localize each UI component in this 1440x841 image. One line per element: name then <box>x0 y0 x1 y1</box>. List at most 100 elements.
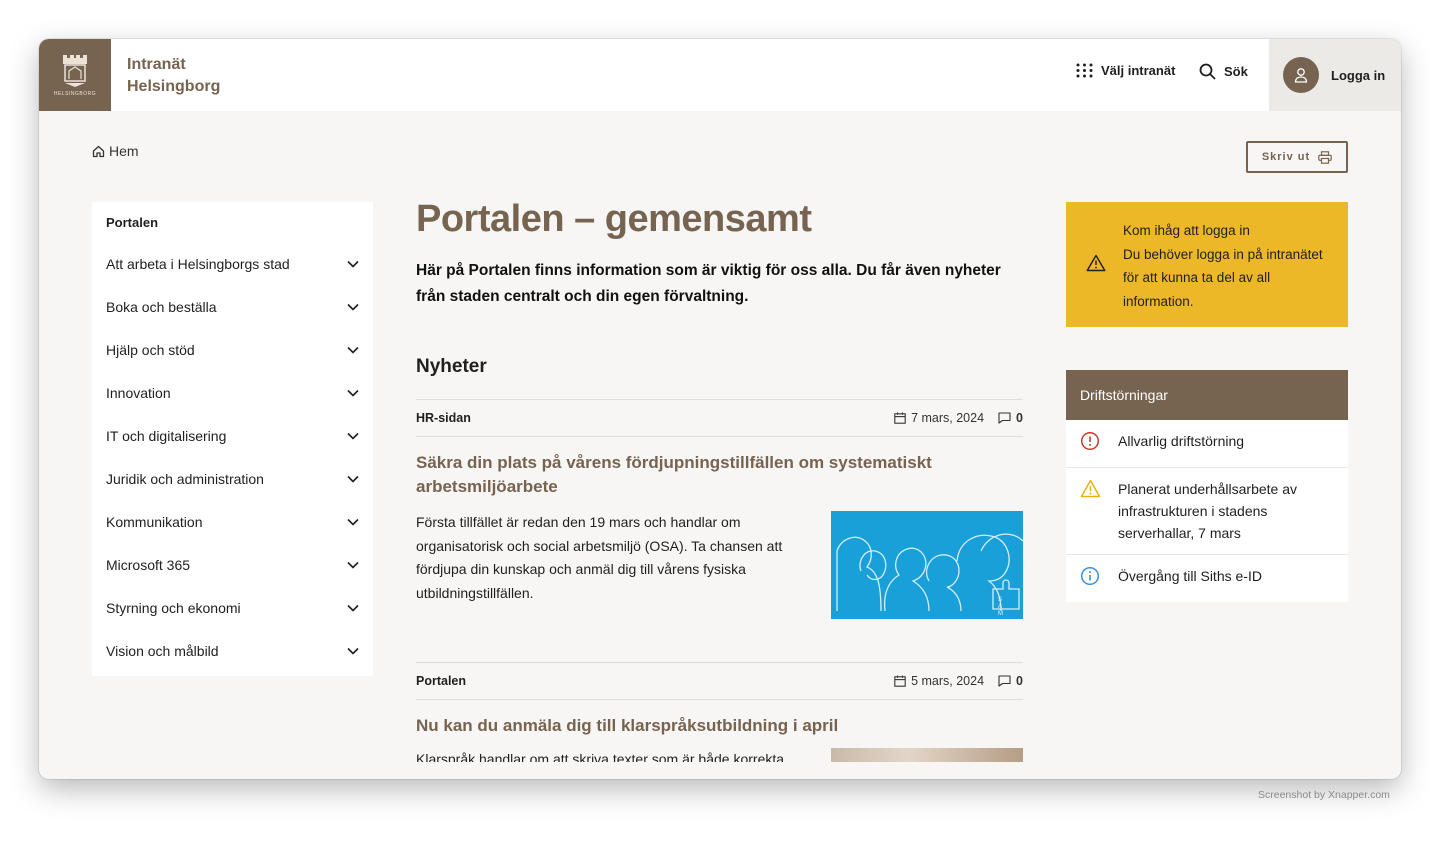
article-comment-count: 0 <box>1016 411 1023 425</box>
disruption-text: Allvarlig driftstörning <box>1118 433 1245 449</box>
sidebar-item-label: Juridik och administration <box>106 470 264 487</box>
article-date: 7 mars, 2024 <box>894 411 984 425</box>
breadcrumb: Hem <box>92 143 139 159</box>
sidebar-item-vision[interactable]: Vision och målbild <box>92 629 373 672</box>
search-button[interactable]: Sök <box>1199 63 1248 80</box>
print-button[interactable]: Skriv ut <box>1246 141 1348 173</box>
notice-text: Du behöver logga in på intranätet för at… <box>1123 246 1323 309</box>
article-body: Klarspråk handlar om att skriva texter s… <box>416 748 1023 762</box>
warning-triangle-icon <box>1086 254 1106 272</box>
article-body: Första tillfället är redan den 19 mars o… <box>416 511 1024 619</box>
printer-icon <box>1318 150 1332 164</box>
chevron-down-icon[interactable] <box>347 389 359 397</box>
sidebar-item-label: Kommunikation <box>106 513 203 530</box>
login-notice: Kom ihåg att logga in Du behöver logga i… <box>1066 202 1348 327</box>
page-title: Portalen – gemensamt <box>416 198 812 240</box>
news-article: Portalen 5 mars, 2024 0 Nu kan du anmäla… <box>416 662 1023 762</box>
sidebar-item-label: Hjälp och stöd <box>106 341 195 358</box>
sidebar-item-label: Boka och beställa <box>106 298 217 315</box>
calendar-icon <box>894 412 906 424</box>
svg-text:M: M <box>998 611 1003 617</box>
grid-dots-icon <box>1076 63 1093 78</box>
chevron-down-icon[interactable] <box>347 561 359 569</box>
sidebar-item-m365[interactable]: Microsoft 365 <box>92 543 373 586</box>
chevron-down-icon[interactable] <box>347 303 359 311</box>
disruption-item-serious[interactable]: Allvarlig driftstörning <box>1066 420 1348 468</box>
breadcrumb-home-link[interactable]: Hem <box>109 143 139 159</box>
crest-icon <box>63 54 87 87</box>
article-comments[interactable]: 0 <box>998 674 1023 688</box>
sidebar-item-label: Styrning och ekonomi <box>106 599 241 616</box>
disruption-item-siths[interactable]: Övergång till Siths e-ID <box>1066 555 1348 602</box>
sidebar-item-label: Att arbeta i Helsingborgs stad <box>106 255 290 272</box>
site-header: HELSINGBORG Intranät Helsingborg Välj in… <box>39 39 1401 111</box>
sidebar-item-label: Innovation <box>106 384 171 401</box>
city-logo[interactable]: HELSINGBORG <box>39 39 111 111</box>
article-date-text: 5 mars, 2024 <box>911 674 985 688</box>
article-excerpt: Första tillfället är redan den 19 mars o… <box>416 514 783 601</box>
sidebar-heading[interactable]: Portalen <box>92 202 373 242</box>
site-brand[interactable]: Intranät Helsingborg <box>127 54 220 98</box>
article-category[interactable]: HR-sidan <box>416 411 471 425</box>
calendar-icon <box>894 675 906 687</box>
info-circle-icon <box>1080 566 1100 586</box>
sidebar-nav: Portalen Att arbeta i Helsingborgs stad … <box>92 202 373 676</box>
article-title-link[interactable]: Nu kan du anmäla dig till klarspråksutbi… <box>416 714 1023 738</box>
sidebar-item-label: Microsoft 365 <box>106 556 191 573</box>
sidebar-item-label: IT och digitalisering <box>106 427 227 444</box>
disruptions-heading: Driftstörningar <box>1066 370 1348 420</box>
svg-text:S: S <box>998 597 1002 603</box>
sidebar-item-legal[interactable]: Juridik och administration <box>92 457 373 500</box>
home-icon <box>92 145 105 157</box>
comment-icon <box>998 412 1011 424</box>
login-label: Logga in <box>1331 67 1386 83</box>
user-icon <box>1294 68 1308 83</box>
article-meta: HR-sidan 7 mars, 2024 0 <box>416 399 1023 437</box>
chevron-down-icon[interactable] <box>347 518 359 526</box>
login-button[interactable]: Logga in <box>1269 39 1401 111</box>
sidebar-item-work[interactable]: Att arbeta i Helsingborgs stad <box>92 242 373 285</box>
search-icon <box>1199 63 1216 80</box>
chevron-down-icon[interactable] <box>347 475 359 483</box>
article-comments[interactable]: 0 <box>998 411 1023 425</box>
people-silhouette-illustration: S A M <box>836 533 1024 617</box>
article-category[interactable]: Portalen <box>416 674 466 688</box>
sidebar-item-communication[interactable]: Kommunikation <box>92 500 373 543</box>
article-image[interactable] <box>831 748 1023 762</box>
disruption-item-maintenance[interactable]: Planerat underhållsarbete av infrastrukt… <box>1066 468 1348 555</box>
chevron-down-icon[interactable] <box>347 432 359 440</box>
news-heading: Nyheter <box>416 356 487 377</box>
comment-icon <box>998 675 1011 687</box>
article-meta: Portalen 5 mars, 2024 0 <box>416 662 1023 700</box>
choose-intranet-label: Välj intranät <box>1101 63 1176 78</box>
brand-line-2: Helsingborg <box>127 78 221 95</box>
screenshot-credit: Screenshot by Xnapper.com <box>1258 789 1390 801</box>
disruption-text: Planerat underhållsarbete av infrastrukt… <box>1118 481 1298 541</box>
chevron-down-icon[interactable] <box>347 346 359 354</box>
notice-title: Kom ihåg att logga in <box>1123 223 1250 238</box>
error-circle-icon <box>1080 431 1100 451</box>
article-title-link[interactable]: Säkra din plats på vårens fördjupningsti… <box>416 451 1023 499</box>
article-date-text: 7 mars, 2024 <box>911 411 985 425</box>
warning-triangle-icon <box>1080 479 1101 498</box>
chevron-down-icon[interactable] <box>347 260 359 268</box>
sidebar-item-finance[interactable]: Styrning och ekonomi <box>92 586 373 629</box>
print-label: Skriv ut <box>1261 151 1311 163</box>
chevron-down-icon[interactable] <box>347 647 359 655</box>
article-comment-count: 0 <box>1016 674 1023 688</box>
choose-intranet-button[interactable]: Välj intranät <box>1076 63 1175 78</box>
brand-line-1: Intranät <box>127 56 186 73</box>
sidebar-item-booking[interactable]: Boka och beställa <box>92 285 373 328</box>
article-meta-right: 5 mars, 2024 0 <box>894 674 1023 688</box>
news-article: HR-sidan 7 mars, 2024 0 Säkra din plats … <box>416 399 1024 619</box>
sidebar-item-help[interactable]: Hjälp och stöd <box>92 328 373 371</box>
main-content: Portalen – gemensamt Här på Portalen fin… <box>416 196 1024 762</box>
sidebar-item-innovation[interactable]: Innovation <box>92 371 373 414</box>
disruptions-panel: Driftstörningar Allvarlig driftstörning … <box>1066 370 1348 602</box>
article-image[interactable]: S A M <box>831 511 1024 619</box>
article-meta-right: 7 mars, 2024 0 <box>894 411 1023 425</box>
article-excerpt: Klarspråk handlar om att skriva texter s… <box>416 751 785 762</box>
chevron-down-icon[interactable] <box>347 604 359 612</box>
page-lead: Här på Portalen finns information som är… <box>416 262 1001 305</box>
sidebar-item-it[interactable]: IT och digitalisering <box>92 414 373 457</box>
